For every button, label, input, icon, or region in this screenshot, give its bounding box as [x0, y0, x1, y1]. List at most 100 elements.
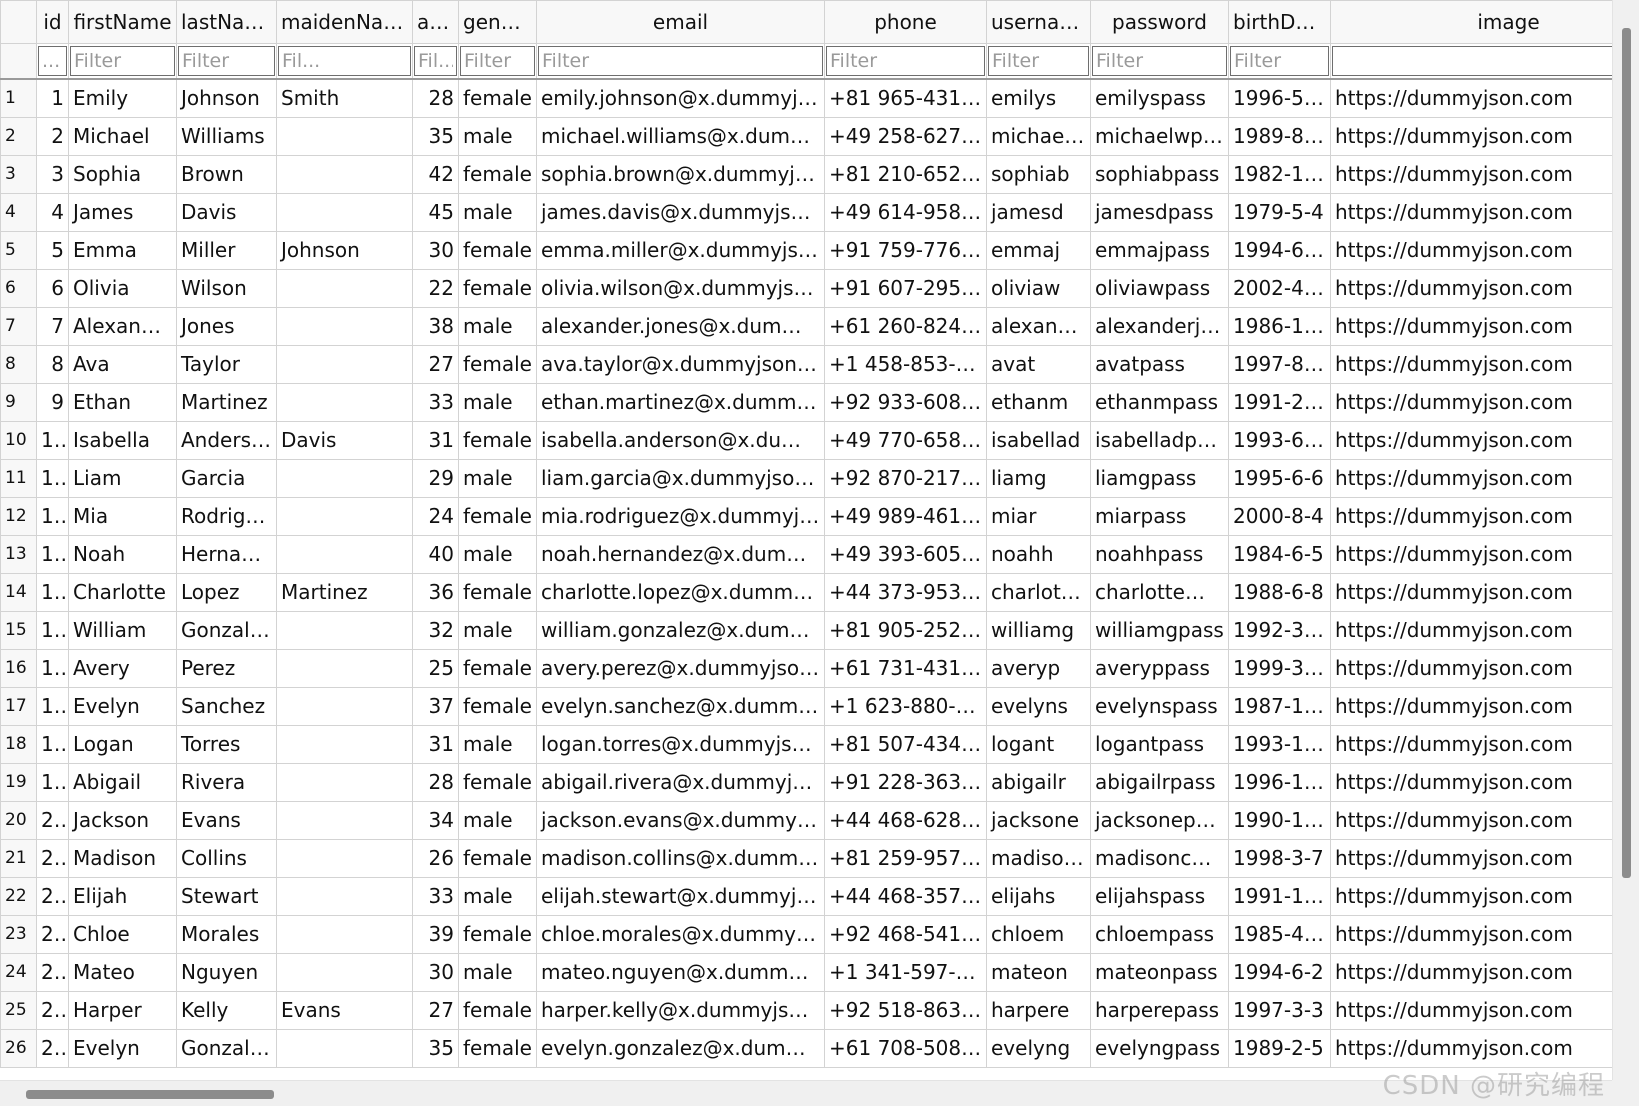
- table-row[interactable]: 11 11 Liam Garcia 29 male liam.garcia@x.dummyj…: [0, 459, 1612, 498]
- row-number[interactable]: 4: [0, 193, 37, 232]
- cell-phone[interactable]: +81 259-957-5711: [824, 839, 987, 878]
- cell-phone[interactable]: +92 518-863-2863: [824, 991, 987, 1030]
- cell-age[interactable]: 30: [412, 231, 459, 270]
- cell-age[interactable]: 28: [412, 78, 459, 118]
- filter-input-phone[interactable]: [826, 46, 985, 76]
- cell-id[interactable]: 9: [36, 383, 69, 422]
- cell-firstName[interactable]: Olivia: [68, 269, 177, 308]
- vertical-scrollbar[interactable]: [1612, 0, 1639, 1080]
- cell-image[interactable]: https://dummyjson.com: [1330, 307, 1612, 346]
- table-row[interactable]: 8 8 Ava Taylor 27 female ava.taylor@x.dummyjso…: [0, 345, 1612, 384]
- table-row[interactable]: 26 26 Evelyn Gonzalez 35 female evelyn.gonzale…: [0, 1029, 1612, 1068]
- cell-birthDate[interactable]: 1982-11-6: [1228, 155, 1331, 194]
- filter-input-birthDate[interactable]: [1230, 46, 1329, 76]
- cell-image[interactable]: https://dummyjson.com: [1330, 801, 1612, 840]
- cell-age[interactable]: 40: [412, 535, 459, 574]
- cell-phone[interactable]: +49 258-627-6644: [824, 117, 987, 156]
- row-number[interactable]: 22: [0, 877, 37, 916]
- cell-image[interactable]: https://dummyjson.com: [1330, 383, 1612, 422]
- cell-password[interactable]: alexanderjpass: [1090, 307, 1229, 346]
- cell-phone[interactable]: +49 770-658-4885: [824, 421, 987, 460]
- table-row[interactable]: 17 17 Evelyn Sanchez 37 female evelyn.sanchez@…: [0, 687, 1612, 726]
- cell-email[interactable]: mia.rodriguez@x.dummyjson.com: [536, 497, 825, 536]
- cell-id[interactable]: 14: [36, 573, 69, 612]
- cell-email[interactable]: charlotte.lopez@x.dummyjson.com: [536, 573, 825, 612]
- table-row[interactable]: 21 21 Madison Collins 26 female madison.collin…: [0, 839, 1612, 878]
- cell-password[interactable]: evelyngpass: [1090, 1029, 1229, 1068]
- cell-lastName[interactable]: Wilson: [176, 269, 277, 308]
- cell-gender[interactable]: female: [458, 839, 537, 878]
- cell-firstName[interactable]: Charlotte: [68, 573, 177, 612]
- cell-birthDate[interactable]: 1996-10-11: [1228, 763, 1331, 802]
- cell-age[interactable]: 32: [412, 611, 459, 650]
- cell-username[interactable]: elijahs: [986, 877, 1091, 916]
- cell-maidenName[interactable]: [276, 345, 413, 384]
- cell-username[interactable]: liamg: [986, 459, 1091, 498]
- cell-image[interactable]: https://dummyjson.com: [1330, 953, 1612, 992]
- cell-lastName[interactable]: Rivera: [176, 763, 277, 802]
- cell-gender[interactable]: female: [458, 269, 537, 308]
- cell-email[interactable]: noah.hernandez@x.dummyjson.com: [536, 535, 825, 574]
- cell-email[interactable]: ethan.martinez@x.dummyjson.com: [536, 383, 825, 422]
- cell-image[interactable]: https://dummyjson.com: [1330, 1029, 1612, 1068]
- cell-firstName[interactable]: Liam: [68, 459, 177, 498]
- cell-firstName[interactable]: Noah: [68, 535, 177, 574]
- cell-age[interactable]: 31: [412, 725, 459, 764]
- cell-maidenName[interactable]: Smith: [276, 78, 413, 118]
- cell-password[interactable]: liamgpass: [1090, 459, 1229, 498]
- cell-maidenName[interactable]: [276, 497, 413, 536]
- cell-age[interactable]: 37: [412, 687, 459, 726]
- cell-firstName[interactable]: Jackson: [68, 801, 177, 840]
- cell-gender[interactable]: male: [458, 611, 537, 650]
- cell-username[interactable]: madisonc: [986, 839, 1091, 878]
- cell-username[interactable]: averyp: [986, 649, 1091, 688]
- cell-username[interactable]: emilys: [986, 78, 1091, 118]
- cell-id[interactable]: 6: [36, 269, 69, 308]
- cell-phone[interactable]: +61 708-508-4638: [824, 1029, 987, 1068]
- cell-maidenName[interactable]: [276, 611, 413, 650]
- cell-image[interactable]: https://dummyjson.com: [1330, 687, 1612, 726]
- row-number[interactable]: 23: [0, 915, 37, 954]
- cell-birthDate[interactable]: 1993-10-26: [1228, 725, 1331, 764]
- row-number[interactable]: 25: [0, 991, 37, 1030]
- cell-password[interactable]: jacksonepass: [1090, 801, 1229, 840]
- cell-birthDate[interactable]: 1984-6-5: [1228, 535, 1331, 574]
- row-number[interactable]: 21: [0, 839, 37, 878]
- cell-image[interactable]: https://dummyjson.com: [1330, 497, 1612, 536]
- cell-id[interactable]: 2: [36, 117, 69, 156]
- cell-age[interactable]: 30: [412, 953, 459, 992]
- cell-gender[interactable]: female: [458, 78, 537, 118]
- cell-age[interactable]: 27: [412, 991, 459, 1030]
- cell-phone[interactable]: +81 965-431-3024: [824, 78, 987, 118]
- cell-age[interactable]: 34: [412, 801, 459, 840]
- cell-id[interactable]: 20: [36, 801, 69, 840]
- cell-firstName[interactable]: Sophia: [68, 155, 177, 194]
- cell-age[interactable]: 36: [412, 573, 459, 612]
- column-header-username[interactable]: username: [986, 0, 1091, 44]
- cell-gender[interactable]: male: [458, 307, 537, 346]
- cell-age[interactable]: 35: [412, 117, 459, 156]
- cell-birthDate[interactable]: 1979-5-4: [1228, 193, 1331, 232]
- cell-id[interactable]: 4: [36, 193, 69, 232]
- cell-age[interactable]: 39: [412, 915, 459, 954]
- cell-gender[interactable]: male: [458, 877, 537, 916]
- row-number[interactable]: 26: [0, 1029, 37, 1068]
- cell-gender[interactable]: female: [458, 763, 537, 802]
- filter-input-gender[interactable]: [460, 46, 535, 76]
- cell-maidenName[interactable]: [276, 383, 413, 422]
- cell-birthDate[interactable]: 1993-6-10: [1228, 421, 1331, 460]
- cell-image[interactable]: https://dummyjson.com: [1330, 78, 1612, 118]
- table-row[interactable]: 20 20 Jackson Evans 34 male jackson.evans@x.du…: [0, 801, 1612, 840]
- cell-firstName[interactable]: Chloe: [68, 915, 177, 954]
- cell-image[interactable]: https://dummyjson.com: [1330, 915, 1612, 954]
- column-header-image[interactable]: image: [1330, 0, 1612, 44]
- cell-phone[interactable]: +91 228-363-7806: [824, 763, 987, 802]
- cell-lastName[interactable]: Perez: [176, 649, 277, 688]
- cell-email[interactable]: jackson.evans@x.dummyjson.com: [536, 801, 825, 840]
- cell-gender[interactable]: male: [458, 383, 537, 422]
- cell-email[interactable]: evelyn.gonzalez@x.dummyjson.com: [536, 1029, 825, 1068]
- cell-password[interactable]: noahhpass: [1090, 535, 1229, 574]
- cell-username[interactable]: harpere: [986, 991, 1091, 1030]
- cell-username[interactable]: abigailr: [986, 763, 1091, 802]
- cell-firstName[interactable]: Mateo: [68, 953, 177, 992]
